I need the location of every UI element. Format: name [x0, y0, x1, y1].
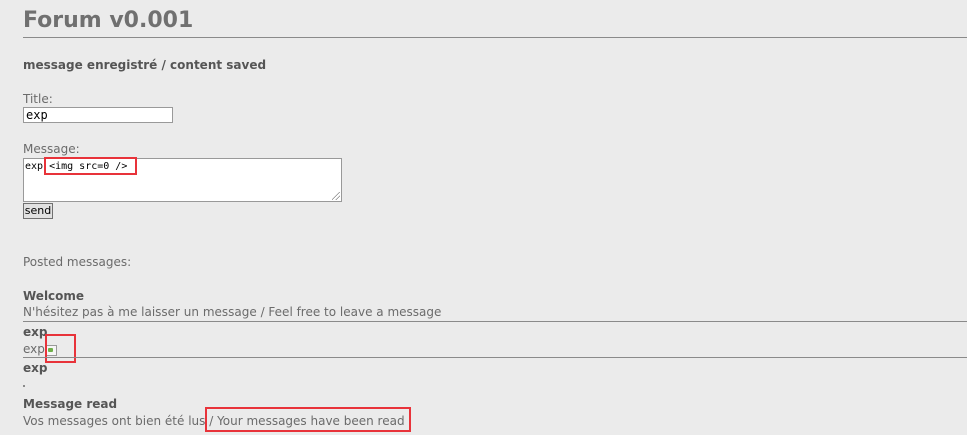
posted-messages-label: Posted messages: — [23, 255, 132, 269]
forum-page: Forum v0.001 message enregistré / conten… — [0, 0, 967, 435]
send-button[interactable]: send — [23, 203, 53, 219]
status-message: message enregistré / content saved — [23, 58, 267, 72]
title-label: Title: — [23, 92, 53, 106]
post-divider — [23, 321, 967, 322]
page-title: Forum v0.001 — [23, 8, 194, 33]
highlight-broken-image-box — [45, 334, 76, 363]
post-body-text: exp — [23, 342, 45, 356]
post-title: exp — [23, 325, 48, 339]
post-title: Welcome — [23, 289, 85, 303]
post-body-fr: Vos messages ont bien été lus / — [23, 414, 218, 428]
highlight-payload-box — [44, 157, 137, 175]
title-divider — [23, 37, 967, 38]
post-divider — [23, 357, 967, 358]
post-body-empty — [23, 385, 25, 387]
highlight-read-message-box — [205, 407, 411, 432]
post-title: Message read — [23, 397, 118, 411]
resize-grip-icon[interactable] — [332, 192, 340, 200]
post-body: N'hésitez pas à me laisser un message / … — [23, 305, 442, 319]
message-label: Message: — [23, 142, 80, 156]
title-input[interactable] — [23, 107, 173, 123]
post-title: exp — [23, 361, 48, 375]
